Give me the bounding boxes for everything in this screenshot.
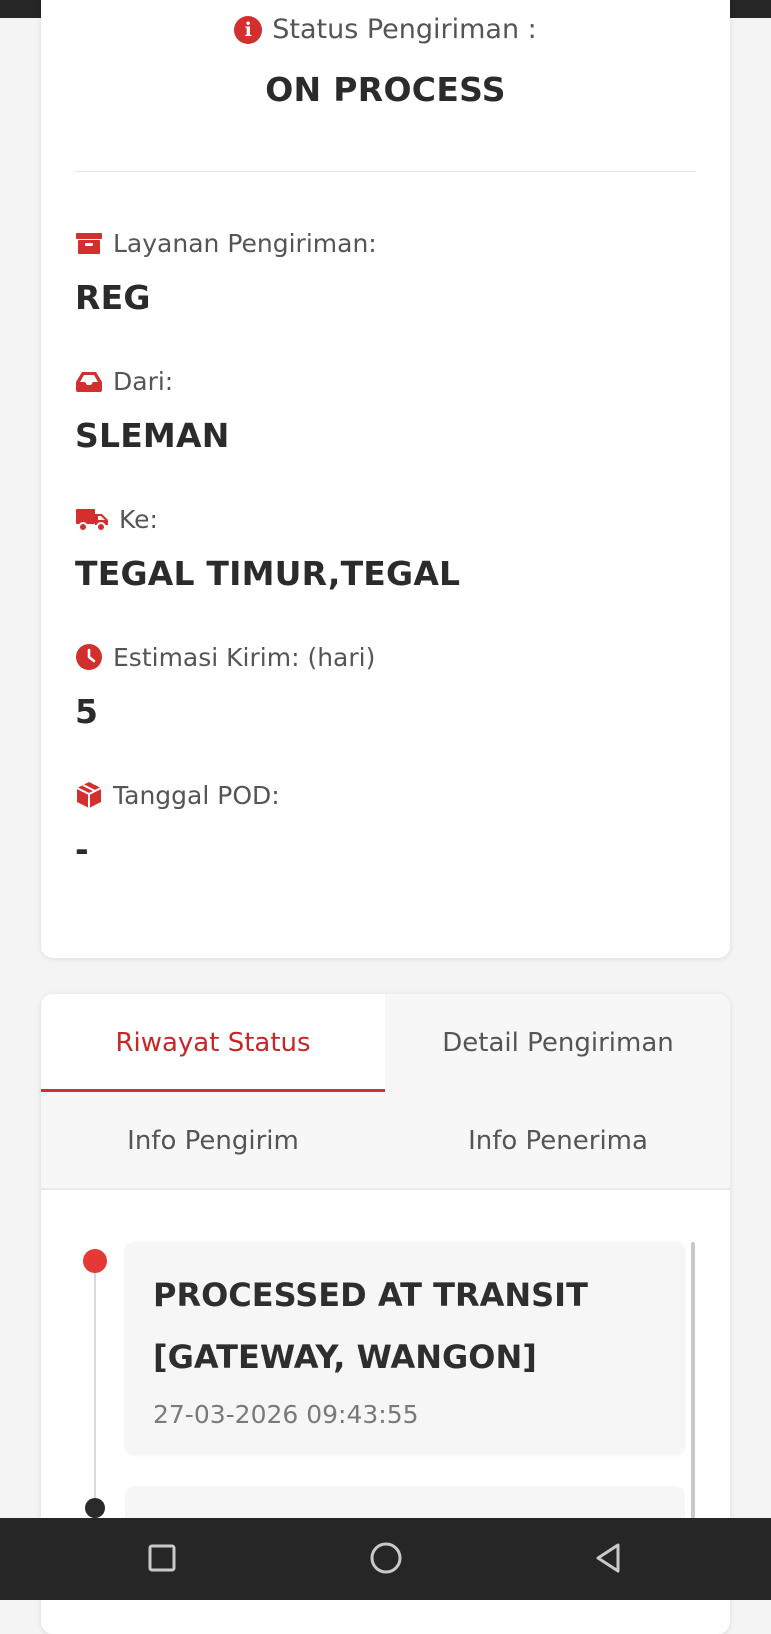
package-icon xyxy=(76,782,102,808)
status-label: Status Pengiriman : xyxy=(272,14,537,45)
field-destination: Ke: TEGAL TIMUR,TEGAL xyxy=(75,502,675,594)
field-label: Layanan Pengiriman: xyxy=(113,228,377,258)
tab-detail-pengiriman[interactable]: Detail Pengiriman xyxy=(386,994,730,1092)
timeline-item-title: PROCESSED AT TRANSIT [GATEWAY, WANGON] xyxy=(153,1276,588,1376)
archive-box-icon xyxy=(76,233,102,254)
clock-icon xyxy=(76,644,102,670)
tab-label: Riwayat Status xyxy=(115,1028,311,1058)
tab-riwayat-status[interactable]: Riwayat Status xyxy=(41,994,385,1092)
field-label-row: Dari: xyxy=(75,364,675,398)
status-value: ON PROCESS xyxy=(265,70,506,109)
field-label-row: Tanggal POD: xyxy=(75,778,675,812)
timeline-dot xyxy=(85,1498,105,1518)
home-circle-icon[interactable] xyxy=(366,1538,406,1578)
tab-label: Info Penerima xyxy=(468,1126,648,1156)
field-label-row: Estimasi Kirim: (hari) xyxy=(75,640,675,674)
field-pod-date: Tanggal POD: - xyxy=(75,778,675,870)
info-icon: i xyxy=(234,15,263,44)
field-label-row: Layanan Pengiriman: xyxy=(75,226,675,260)
recents-square-icon[interactable] xyxy=(142,1538,182,1578)
scrollbar[interactable] xyxy=(691,1242,695,1542)
field-estimate: Estimasi Kirim: (hari) 5 xyxy=(75,640,675,732)
tab-info-pengirim[interactable]: Info Pengirim xyxy=(41,1092,385,1190)
field-label: Estimasi Kirim: (hari) xyxy=(113,642,376,672)
field-label: Ke: xyxy=(119,504,158,534)
field-label-row: Ke: xyxy=(75,502,675,536)
field-value: - xyxy=(75,830,89,869)
status-label-row: i Status Pengiriman : xyxy=(41,14,730,45)
timeline-item: PROCESSED AT TRANSIT [GATEWAY, WANGON] 2… xyxy=(125,1242,685,1454)
field-label: Dari: xyxy=(113,366,174,396)
shipment-summary-card: i Status Pengiriman : ON PROCESS Layanan… xyxy=(41,0,730,958)
field-origin: Dari: SLEMAN xyxy=(75,364,675,456)
field-service: Layanan Pengiriman: REG xyxy=(75,226,675,318)
back-triangle-icon[interactable] xyxy=(588,1538,628,1578)
tab-label: Info Pengirim xyxy=(127,1126,299,1156)
divider xyxy=(75,171,696,172)
system-nav-bar xyxy=(0,1518,771,1600)
timeline-item-time: 27-03-2026 09:43:55 xyxy=(153,1400,419,1429)
timeline-line xyxy=(94,1262,96,1507)
timeline-dot-current xyxy=(83,1249,107,1273)
truck-icon xyxy=(76,509,108,532)
field-value: SLEMAN xyxy=(75,416,230,455)
field-label: Tanggal POD: xyxy=(113,780,280,810)
tab-info-penerima[interactable]: Info Penerima xyxy=(386,1092,730,1190)
tab-bar: Riwayat Status Detail Pengiriman Info Pe… xyxy=(41,994,730,1190)
tab-label: Detail Pengiriman xyxy=(442,1028,674,1058)
field-value: TEGAL TIMUR,TEGAL xyxy=(75,554,461,593)
field-value: REG xyxy=(75,278,151,317)
field-value: 5 xyxy=(75,692,99,731)
inbox-tray-icon xyxy=(76,372,102,392)
